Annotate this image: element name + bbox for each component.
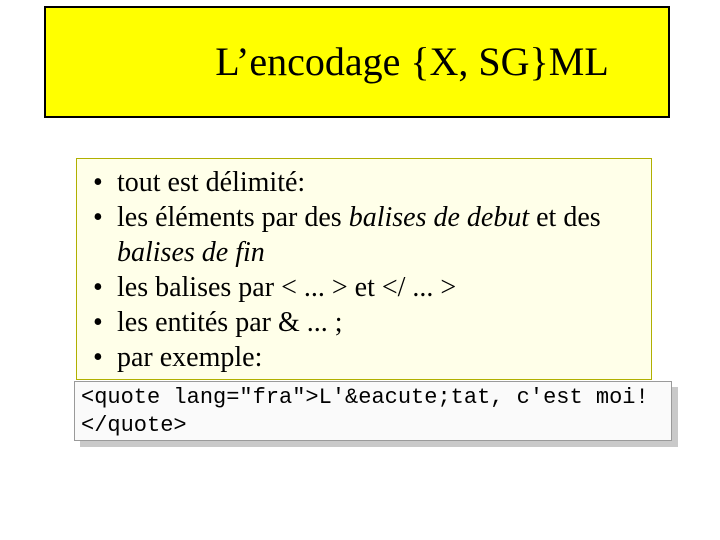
list-item: par exemple: — [91, 340, 641, 375]
bullet-text: par exemple: — [117, 342, 262, 373]
slide-title: L’encodage {X, SG}ML — [95, 42, 619, 82]
bullet-text-italic: balises de fin — [117, 237, 265, 268]
bullet-text: les éléments par des — [117, 202, 349, 233]
body-box: tout est délimité: les éléments par des … — [76, 158, 652, 380]
bullet-text-italic: balises de debut — [349, 202, 529, 233]
bullet-text: les entités par & ... ; — [117, 307, 343, 338]
list-item: les balises par < ... > et </ ... > — [91, 270, 641, 305]
bullet-text: les balises par < ... > et </ ... > — [117, 272, 456, 303]
list-item: les éléments par des balises de debut et… — [91, 200, 641, 270]
bullet-text: tout est délimité: — [117, 167, 305, 198]
code-box: <quote lang="fra">L'&eacute;tat, c'est m… — [74, 381, 672, 441]
title-bar: L’encodage {X, SG}ML — [44, 6, 670, 118]
bullet-text: et des — [529, 202, 601, 233]
list-item: les entités par & ... ; — [91, 305, 641, 340]
code-example: <quote lang="fra">L'&eacute;tat, c'est m… — [74, 381, 678, 447]
bullet-list: tout est délimité: les éléments par des … — [77, 159, 651, 381]
slide: L’encodage {X, SG}ML tout est délimité: … — [0, 0, 720, 540]
list-item: tout est délimité: — [91, 165, 641, 200]
